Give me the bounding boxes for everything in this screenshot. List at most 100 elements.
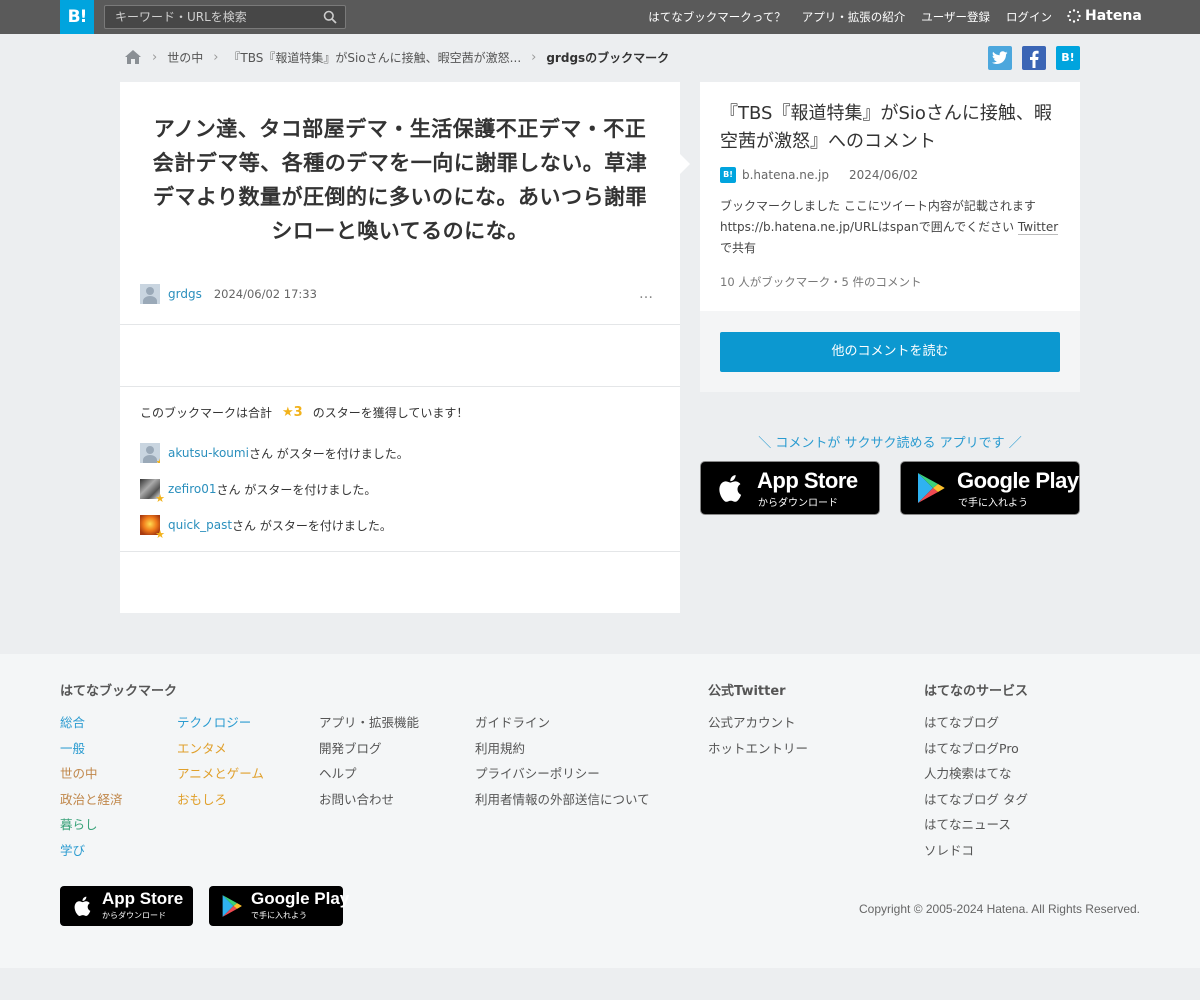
footer-hb-title: はてなブックマーク bbox=[60, 684, 178, 699]
star-username[interactable]: akutsu-koumi bbox=[168, 446, 249, 460]
avatar[interactable]: ★ bbox=[140, 443, 160, 463]
entry-domain[interactable]: b.hatena.ne.jp bbox=[742, 168, 829, 182]
star-icon: ★ bbox=[155, 528, 165, 541]
footer-app-store-badge[interactable]: App Store からダウンロード bbox=[60, 886, 193, 926]
breadcrumb-category[interactable]: 世の中 bbox=[167, 49, 203, 66]
star-user-row: ★ zefiro01 さん がスターを付けました。 bbox=[140, 478, 376, 505]
footer-link[interactable]: お問い合わせ bbox=[319, 792, 394, 807]
breadcrumb-current: grdgsのブックマーク bbox=[546, 50, 670, 65]
footer-link[interactable]: ガイドライン bbox=[475, 715, 550, 730]
nav-about-link[interactable]: はてなブックマークって？ bbox=[648, 9, 785, 25]
google-play-title: Google Play bbox=[957, 468, 1079, 493]
footer-link[interactable]: はてなニュース bbox=[924, 817, 1011, 832]
footer-link[interactable]: ヘルプ bbox=[319, 766, 357, 781]
stars-summary: このブックマークは合計 ★3 のスターを獲得しています！ bbox=[140, 404, 468, 421]
footer-links-4: ガイドライン 利用規約 プライバシーポリシー 利用者情報の外部送信について bbox=[475, 710, 650, 812]
nav-register-link[interactable]: ユーザー登録 bbox=[921, 9, 990, 25]
home-icon[interactable] bbox=[124, 49, 142, 65]
footer-category-link[interactable]: アニメとゲーム bbox=[177, 766, 264, 781]
share-buttons: B! bbox=[988, 46, 1080, 70]
entry-description-suffix: で共有 bbox=[720, 241, 757, 255]
footer-categories-2: テクノロジー エンタメ アニメとゲーム おもしろ bbox=[177, 710, 264, 812]
bookmark-timestamp: 2024/06/02 17:33 bbox=[213, 287, 317, 301]
footer-link[interactable]: ホットエントリー bbox=[708, 741, 808, 756]
chevron-right-icon: › bbox=[531, 49, 537, 65]
hatena-brand-text: Hatena bbox=[1085, 8, 1142, 24]
footer-twitter-links: 公式アカウント ホットエントリー bbox=[708, 710, 808, 761]
footer-category-link[interactable]: 暮らし bbox=[60, 817, 98, 832]
footer-category-link[interactable]: 世の中 bbox=[60, 766, 98, 781]
google-play-badge[interactable]: Google Play で手に入れよう bbox=[900, 461, 1080, 515]
footer-link[interactable]: 開発ブログ bbox=[319, 741, 382, 756]
footer-category-link[interactable]: 総合 bbox=[60, 715, 85, 730]
search-icon[interactable] bbox=[323, 10, 337, 24]
footer-link[interactable]: 公式アカウント bbox=[708, 715, 796, 730]
footer-category-link[interactable]: 学び bbox=[60, 843, 85, 858]
footer-link[interactable]: 利用者情報の外部送信について bbox=[475, 792, 650, 807]
entry-description-text: ブックマークしました ここにツイート内容が記載されます https://b.ha… bbox=[720, 199, 1036, 234]
footer-google-play-badge[interactable]: Google Play で手に入れよう bbox=[209, 886, 349, 926]
footer-link[interactable]: ソレドコ bbox=[924, 843, 974, 858]
entry-date: 2024/06/02 bbox=[849, 168, 919, 182]
author-username[interactable]: grdgs bbox=[168, 287, 202, 301]
breadcrumb-entry[interactable]: 『TBS『報道特集』がSioさんに接触、暇空茜が激怒... bbox=[228, 49, 521, 66]
entry-title[interactable]: 『TBS『報道特集』がSioさんに接触、暇空茜が激怒』へのコメント bbox=[720, 100, 1065, 156]
nav-login-link[interactable]: ログイン bbox=[1006, 9, 1052, 25]
google-play-title: Google Play bbox=[251, 889, 350, 908]
app-store-title: App Store bbox=[102, 889, 184, 908]
footer-link[interactable]: はてなブログPro bbox=[924, 741, 1019, 756]
footer-category-link[interactable]: おもしろ bbox=[177, 792, 227, 807]
footer-link[interactable]: 利用規約 bbox=[475, 741, 525, 756]
hatena-bookmark-share-button[interactable]: B! bbox=[1056, 46, 1080, 70]
star-text: さん がスターを付けました。 bbox=[232, 518, 392, 533]
avatar[interactable] bbox=[140, 284, 160, 304]
app-store-title: App Store bbox=[757, 468, 858, 493]
top-nav: はてなブックマークって？ アプリ・拡張の紹介 ユーザー登録 ログイン bbox=[648, 0, 1052, 34]
footer-category-link[interactable]: エンタメ bbox=[177, 741, 227, 756]
bookmark-counts: 10 人がブックマーク・5 件のコメント bbox=[720, 275, 922, 289]
more-options-icon[interactable]: … bbox=[639, 286, 654, 302]
read-other-comments-button[interactable]: 他のコメントを読む bbox=[720, 332, 1060, 372]
star-user-row: ★ akutsu-koumi さん がスターを付けました。 bbox=[140, 442, 409, 464]
footer-category-link[interactable]: 政治と経済 bbox=[60, 792, 123, 807]
site-favicon-icon: B! bbox=[720, 167, 736, 183]
nav-apps-link[interactable]: アプリ・拡張の紹介 bbox=[802, 9, 906, 25]
chevron-right-icon: › bbox=[213, 49, 219, 65]
apple-logo-icon bbox=[719, 475, 742, 502]
entry-card-footer: 他のコメントを読む bbox=[700, 311, 1080, 392]
star-user-row: ★ quick_past さん がスターを付けました。 bbox=[140, 514, 392, 541]
google-play-subtitle: で手に入れよう bbox=[251, 911, 307, 920]
divider bbox=[120, 551, 680, 552]
hatena-brand[interactable]: Hatena bbox=[1067, 8, 1142, 24]
divider bbox=[120, 386, 680, 387]
twitter-share-button[interactable] bbox=[988, 46, 1012, 70]
star-username[interactable]: zefiro01 bbox=[168, 482, 217, 496]
search-input[interactable] bbox=[105, 6, 315, 28]
footer: はてなブックマーク 総合 一般 世の中 政治と経済 暮らし 学び テクノロジー … bbox=[0, 654, 1200, 968]
twitter-link[interactable]: Twitter bbox=[1017, 220, 1059, 235]
avatar[interactable]: ★ bbox=[140, 479, 165, 505]
footer-link[interactable]: アプリ・拡張機能 bbox=[319, 715, 419, 730]
entry-description: ブックマークしました ここにツイート内容が記載されます https://b.ha… bbox=[720, 196, 1060, 259]
facebook-share-button[interactable] bbox=[1022, 46, 1046, 70]
hatena-bookmark-logo[interactable]: B! bbox=[60, 0, 94, 34]
footer-link[interactable]: 人力検索はてな bbox=[924, 766, 1012, 781]
divider bbox=[120, 324, 680, 325]
app-store-badge[interactable]: App Store からダウンロード bbox=[700, 461, 880, 515]
star-username[interactable]: quick_past bbox=[168, 518, 232, 532]
bookmark-comment-text: アノン達、タコ部屋デマ・生活保護不正デマ・不正会計デマ等、各種のデマを一向に謝罪… bbox=[152, 117, 648, 243]
footer-category-link[interactable]: 一般 bbox=[60, 741, 85, 756]
footer-category-link[interactable]: テクノロジー bbox=[177, 715, 251, 730]
app-store-subtitle: からダウンロード bbox=[758, 498, 838, 509]
star-count: ★3 bbox=[282, 405, 303, 420]
footer-link[interactable]: プライバシーポリシー bbox=[475, 766, 600, 781]
star-icon: ★ bbox=[155, 492, 165, 505]
copyright: Copyright © 2005-2024 Hatena. All Rights… bbox=[859, 902, 1140, 916]
footer-categories-1: 総合 一般 世の中 政治と経済 暮らし 学び bbox=[60, 710, 123, 864]
twitter-bird-icon bbox=[992, 51, 1008, 64]
footer-twitter-title: 公式Twitter bbox=[708, 684, 786, 699]
footer-link[interactable]: はてなブログ タグ bbox=[924, 792, 1028, 807]
top-bar: B! はてなブックマークって？ アプリ・拡張の紹介 ユーザー登録 ログイン Ha… bbox=[0, 0, 1200, 34]
avatar[interactable]: ★ bbox=[140, 515, 165, 541]
footer-link[interactable]: はてなブログ bbox=[924, 715, 999, 730]
